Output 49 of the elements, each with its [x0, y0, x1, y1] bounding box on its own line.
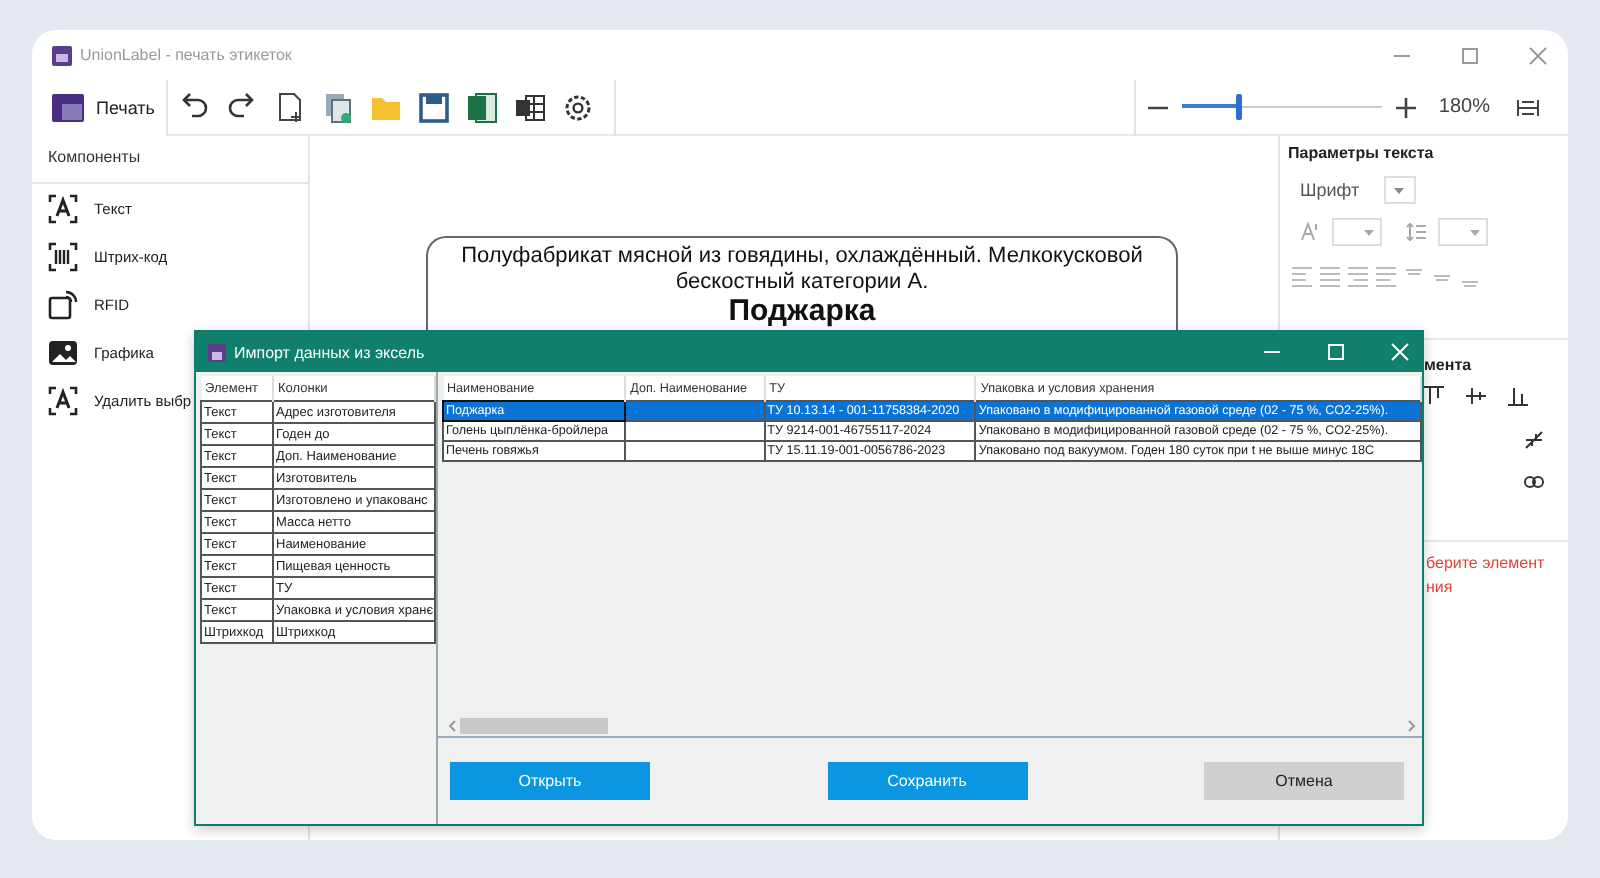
scrollbar-thumb[interactable] [460, 718, 608, 734]
scroll-right-icon[interactable] [1408, 720, 1416, 732]
new-document-icon[interactable] [274, 91, 307, 123]
barcode-icon [48, 241, 78, 271]
redo-icon[interactable] [226, 91, 259, 123]
hint-text: ния [1426, 576, 1455, 600]
caret-icon [1394, 187, 1405, 193]
undo-icon[interactable] [178, 91, 211, 123]
zoom-in-icon[interactable] [1396, 97, 1417, 117]
section-title: мента [1424, 356, 1474, 374]
label-title: Поджарка [726, 296, 878, 328]
align-bottom-edge-icon[interactable] [1508, 386, 1528, 406]
field-label: Шрифт [1300, 180, 1360, 200]
caret-icon [1470, 229, 1480, 235]
window-title: UnionLabel - печать этикеток [80, 46, 292, 64]
print-button[interactable]: Печать [32, 79, 169, 135]
copy-document-icon[interactable] [322, 91, 355, 123]
align-center-edge-icon[interactable] [1466, 386, 1486, 406]
app-icon [52, 45, 72, 65]
maximize-icon[interactable] [1460, 45, 1480, 65]
image-icon [48, 337, 78, 367]
line-spacing-icon [1406, 222, 1426, 242]
caret-icon [1364, 229, 1374, 235]
dialog-title: Импорт данных из эксель [234, 343, 425, 361]
label-text: бескостный категории А. [673, 270, 931, 296]
table-document-icon[interactable] [514, 91, 547, 123]
zoom-value: 180% [1438, 96, 1490, 118]
spreadsheet-icon[interactable] [466, 91, 499, 123]
settings-icon[interactable] [562, 91, 595, 123]
fit-page-icon[interactable] [1516, 97, 1540, 117]
rfid-tag-icon [48, 289, 78, 319]
section-title: Параметры текста [1288, 144, 1436, 162]
text-frame-icon [48, 193, 78, 223]
hint-text: берите элемент [1426, 552, 1547, 576]
app-icon [208, 343, 226, 361]
close-icon[interactable] [1528, 45, 1548, 65]
shrink-icon[interactable] [1524, 430, 1544, 450]
save-icon[interactable] [418, 91, 451, 123]
link-icon[interactable] [1524, 474, 1544, 490]
text-frame-icon [48, 385, 78, 415]
printer-window-icon [52, 93, 84, 121]
cancel-button[interactable]: Отмена [1204, 762, 1404, 800]
font-size-icon [1300, 222, 1320, 242]
panel-title: Компоненты [32, 136, 308, 184]
slider-thumb[interactable] [1236, 94, 1243, 120]
label-text: Полуфабрикат мясной из говядины, охлаждённый. Мелкокусковой [459, 244, 1145, 270]
font-dropdown[interactable] [1383, 176, 1416, 204]
align-top-edge-icon[interactable] [1424, 386, 1444, 406]
scroll-left-icon[interactable] [448, 720, 456, 732]
